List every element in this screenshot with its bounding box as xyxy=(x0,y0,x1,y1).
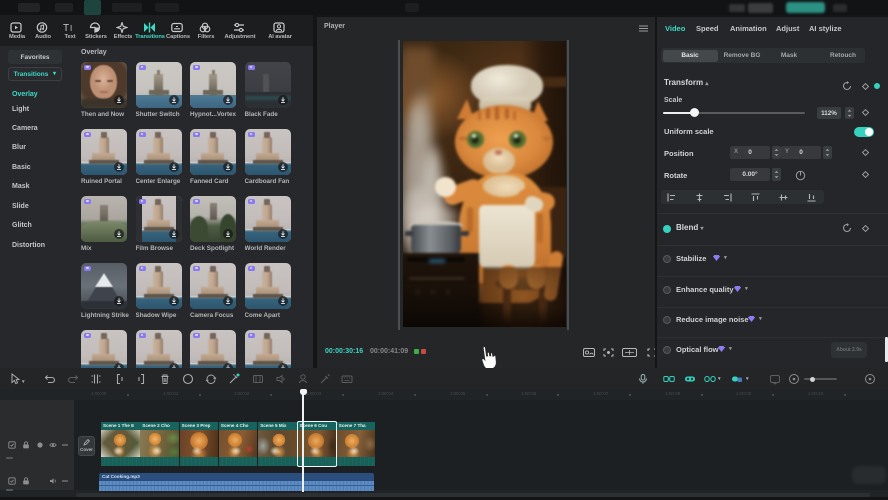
svg-text:T: T xyxy=(63,23,69,33)
svg-text:I: I xyxy=(70,24,72,33)
